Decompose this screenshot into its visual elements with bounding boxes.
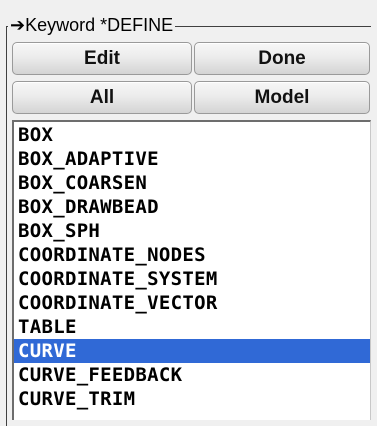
list-item-coordinate-vector[interactable]: COORDINATE_VECTOR (14, 291, 370, 315)
done-button[interactable]: Done (194, 42, 370, 75)
all-button[interactable]: All (12, 81, 192, 114)
list-item-box-adaptive[interactable]: BOX_ADAPTIVE (14, 147, 370, 171)
list-item-box[interactable]: BOX (14, 123, 370, 147)
list-item-box-drawbead[interactable]: BOX_DRAWBEAD (14, 195, 370, 219)
model-button[interactable]: Model (194, 81, 370, 114)
group-title: ➔Keyword *DEFINE (8, 14, 176, 36)
list-item-box-sph[interactable]: BOX_SPH (14, 219, 370, 243)
edit-button[interactable]: Edit (12, 42, 192, 75)
list-item-curve-feedback[interactable]: CURVE_FEEDBACK (14, 363, 370, 387)
list-item-curve-trim[interactable]: CURVE_TRIM (14, 387, 370, 411)
keyword-define-panel: ➔Keyword *DEFINE Edit Done All Model BOX… (0, 0, 377, 426)
list-item-coordinate-nodes[interactable]: COORDINATE_NODES (14, 243, 370, 267)
list-item-curve[interactable]: CURVE (14, 339, 370, 363)
list-item-coordinate-system[interactable]: COORDINATE_SYSTEM (14, 267, 370, 291)
keyword-listbox[interactable]: BOX BOX_ADAPTIVE BOX_COARSEN BOX_DRAWBEA… (12, 120, 371, 420)
group-frame-line (200, 26, 371, 27)
list-item-table[interactable]: TABLE (14, 315, 370, 339)
list-item-box-coarsen[interactable]: BOX_COARSEN (14, 171, 370, 195)
